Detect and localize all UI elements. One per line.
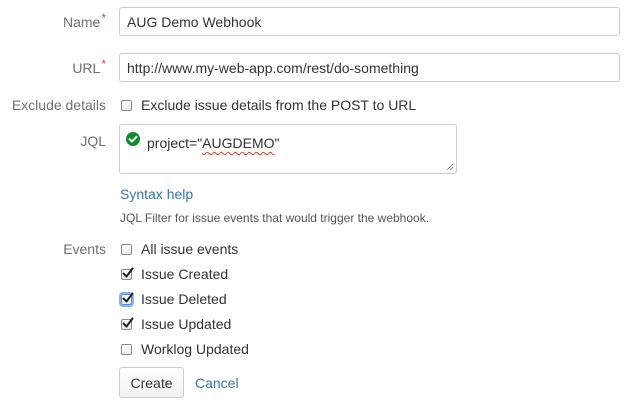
exclude-details-checkbox-label: Exclude issue details from the POST to U… <box>141 97 417 113</box>
event-label-issue-deleted: Issue Deleted <box>141 291 227 307</box>
event-label-worklog-updated: Worklog Updated <box>141 341 249 357</box>
jql-query-project: AUGDEMO <box>202 135 275 151</box>
jql-query-text: project="AUGDEMO" <box>147 134 280 152</box>
checkmark-icon <box>122 317 134 328</box>
event-checkbox-issue-created[interactable] <box>121 267 134 280</box>
event-checkbox-all-issue-events[interactable] <box>121 244 132 255</box>
jql-description: JQL Filter for issue events that would t… <box>120 211 430 225</box>
jql-textarea[interactable]: project="AUGDEMO" <box>119 124 457 174</box>
event-label-issue-updated: Issue Updated <box>141 316 232 332</box>
event-label-issue-created: Issue Created <box>141 266 229 282</box>
url-label-text: URL <box>72 60 101 76</box>
url-required-marker: * <box>101 57 106 71</box>
resize-grip-icon[interactable] <box>446 163 454 171</box>
name-required-marker: * <box>101 11 106 25</box>
exclude-details-checkbox[interactable] <box>121 100 132 111</box>
url-input[interactable] <box>119 53 620 82</box>
create-button[interactable]: Create <box>119 367 184 398</box>
event-label-all-issue-events: All issue events <box>141 241 239 257</box>
event-checkbox-issue-updated[interactable] <box>121 317 134 330</box>
checkmark-icon <box>122 267 134 278</box>
jql-query-suffix: " <box>274 135 280 151</box>
name-input[interactable] <box>119 7 620 36</box>
event-checkbox-issue-deleted[interactable] <box>121 292 134 305</box>
name-label: Name* <box>62 11 106 32</box>
webhook-form: Name* URL* Exclude details Exclude issue… <box>0 0 627 406</box>
jql-label: JQL <box>80 133 106 149</box>
jql-query-prefix: project=" <box>147 135 203 151</box>
events-label: Events <box>63 241 106 257</box>
syntax-help-link[interactable]: Syntax help <box>120 185 193 203</box>
exclude-details-label: Exclude details <box>11 97 106 113</box>
url-label: URL* <box>72 57 106 78</box>
cancel-link[interactable]: Cancel <box>195 374 239 392</box>
name-label-text: Name <box>62 14 101 30</box>
checkmark-icon <box>122 292 134 303</box>
event-checkbox-worklog-updated[interactable] <box>121 344 132 355</box>
check-circle-icon <box>126 132 140 146</box>
